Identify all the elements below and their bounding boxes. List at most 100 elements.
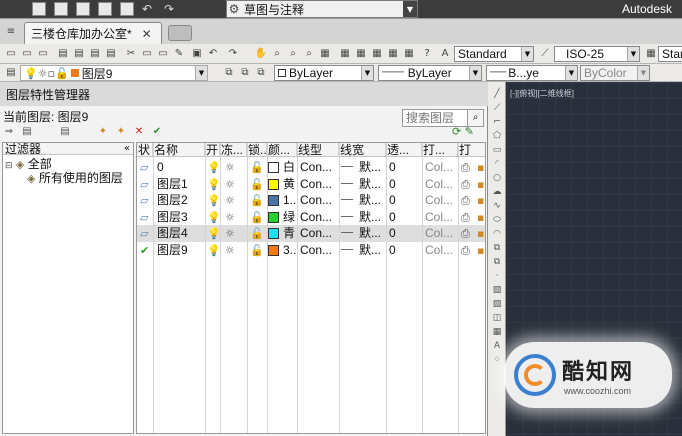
plot-icon[interactable] <box>120 2 134 16</box>
lineweight-value[interactable]: 默... <box>359 242 385 259</box>
sun-icon[interactable]: ☼ <box>225 209 239 226</box>
open-file-icon[interactable]: ▭ <box>20 47 34 61</box>
3d-dwf-icon[interactable]: ▤ <box>104 47 118 61</box>
vp-freeze-icon[interactable]: ▪ <box>477 192 485 209</box>
transparency-value[interactable]: 0 <box>389 209 419 226</box>
linetype-value[interactable]: Con... <box>300 225 338 242</box>
redo-icon[interactable]: ↷ <box>226 47 240 61</box>
vp-freeze-icon[interactable]: ▪ <box>477 159 485 176</box>
printer-icon[interactable]: ⎙ <box>461 225 475 242</box>
paste-icon[interactable]: ▭ <box>156 47 170 61</box>
unlock-icon[interactable]: 🔓 <box>250 159 264 176</box>
spline-icon[interactable]: ∿ <box>490 200 504 212</box>
refresh-icon[interactable]: ⟳ ✎ <box>452 125 474 138</box>
zoom-realtime-icon[interactable]: ⌕ <box>270 47 284 61</box>
sheet-set-icon[interactable]: ▦ <box>370 47 384 61</box>
rectangle-icon[interactable]: ▭ <box>490 144 504 156</box>
layer-select[interactable]: 💡 ☼ ▫ 🔓 图层9 ▼ <box>20 65 208 81</box>
lineweight-value[interactable]: 默... <box>359 225 385 242</box>
col-lock[interactable]: 锁... <box>247 143 267 156</box>
workspace-selector[interactable]: ⚙ 草图与注释 ▼ <box>226 0 418 18</box>
linetype-select[interactable]: ──── ByLayer ▼ <box>378 65 482 81</box>
new-file-icon[interactable] <box>32 2 46 16</box>
table-row[interactable]: ▱ 图层2💡 ☼ 🔓 1...Con...── 默...0 Col... ⎙▪ <box>137 192 485 209</box>
printer-icon[interactable]: ⎙ <box>461 159 475 176</box>
layer-name[interactable]: 图层1 <box>157 176 205 193</box>
chevron-down-icon[interactable]: ▼ <box>469 66 481 80</box>
zoom-window-icon[interactable]: ⌕ <box>286 47 300 61</box>
col-lineweight[interactable]: 线宽 <box>339 143 386 156</box>
quickcalc-icon[interactable]: ▦ <box>402 47 416 61</box>
plot-icon[interactable]: ▤ <box>56 47 70 61</box>
col-plot[interactable]: 打 <box>458 143 485 156</box>
help-icon[interactable]: ? <box>420 47 434 61</box>
chevron-down-icon[interactable]: ▼ <box>627 47 639 61</box>
table-style-select[interactable]: Stand <box>658 46 682 62</box>
sun-icon[interactable]: ☼ <box>225 192 239 209</box>
sun-icon[interactable]: ☼ <box>225 176 239 193</box>
region-icon[interactable]: ◫ <box>490 312 504 324</box>
viewport-controls[interactable]: [-][俯视][二维线框] <box>510 88 574 99</box>
save-icon[interactable] <box>76 2 90 16</box>
vp-freeze-icon[interactable]: ▪ <box>477 225 485 242</box>
design-center-icon[interactable]: ▦ <box>338 47 352 61</box>
layer-name[interactable]: 图层2 <box>157 192 205 209</box>
add-selected-icon[interactable]: ⁘ <box>490 354 504 366</box>
construction-line-icon[interactable]: ⟋ <box>490 102 504 114</box>
col-on[interactable]: 开 <box>205 143 220 156</box>
gradient-icon[interactable]: ▨ <box>490 298 504 310</box>
color-swatch[interactable] <box>268 162 279 173</box>
vp-freeze-icon[interactable]: ▪ <box>477 242 485 259</box>
ellipse-arc-icon[interactable]: ◠ <box>490 228 504 240</box>
layer-name[interactable]: 0 <box>157 159 205 176</box>
lineweight-value[interactable]: 默... <box>359 159 385 176</box>
col-name[interactable]: 名称 <box>153 143 205 156</box>
cut-icon[interactable]: ✂ <box>124 47 138 61</box>
bulb-icon[interactable]: 💡 <box>207 225 219 242</box>
sun-icon[interactable]: ☼ <box>225 225 239 242</box>
chevron-down-icon[interactable]: ▼ <box>565 66 577 80</box>
redo-icon[interactable]: ↷ <box>164 2 178 16</box>
make-current-icon[interactable]: ⧉ <box>222 66 236 80</box>
unlock-icon[interactable]: 🔓 <box>250 225 264 242</box>
bulb-icon[interactable]: 💡 <box>207 242 219 259</box>
publish-icon[interactable]: ▤ <box>88 47 102 61</box>
properties-icon[interactable]: ▦ <box>318 47 332 61</box>
layer-state-icon[interactable]: ⧉ <box>254 66 268 80</box>
linetype-value[interactable]: Con... <box>300 242 338 259</box>
unlock-icon[interactable]: 🔓 <box>250 242 264 259</box>
transparency-value[interactable]: 0 <box>389 242 419 259</box>
polyline-icon[interactable]: ⌐ <box>490 116 504 128</box>
color-swatch[interactable] <box>268 178 279 190</box>
ellipse-icon[interactable]: ⬭ <box>490 214 504 226</box>
undo-icon[interactable]: ↶ <box>142 2 156 16</box>
linetype-value[interactable]: Con... <box>300 176 338 193</box>
dim-style-select[interactable]: ISO-25 ▼ <box>554 46 640 62</box>
printer-icon[interactable]: ⎙ <box>461 242 475 259</box>
new-tab-button[interactable] <box>168 25 192 41</box>
unlock-icon[interactable]: 🔓 <box>250 176 264 193</box>
delete-layer-icon[interactable]: ✕ <box>132 125 146 139</box>
make-block-icon[interactable]: ⧉ <box>490 256 504 268</box>
printer-icon[interactable]: ⎙ <box>461 192 475 209</box>
close-icon[interactable]: ✕ <box>142 27 152 41</box>
chevron-down-icon[interactable]: ▼ <box>403 1 417 17</box>
linetype-value[interactable]: Con... <box>300 209 338 226</box>
linetype-value[interactable]: Con... <box>300 159 338 176</box>
table-row[interactable]: ▱ 图层3💡 ☼ 🔓 绿 Con...── 默...0 Col... ⎙▪ <box>137 209 485 226</box>
col-color[interactable]: 颜... <box>267 143 297 156</box>
transparency-value[interactable]: 0 <box>389 192 419 209</box>
table-row[interactable]: ▱ 图层4💡 ☼ 🔓 青 Con...── 默...0 Col... ⎙▪ <box>137 225 485 243</box>
new-group-filter-icon[interactable]: ▤ <box>20 125 34 139</box>
bulb-icon[interactable]: 💡 <box>207 209 219 226</box>
line-icon[interactable]: ╱ <box>490 88 504 100</box>
unlock-icon[interactable]: 🔓 <box>250 192 264 209</box>
revision-cloud-icon[interactable]: ☁ <box>490 186 504 198</box>
circle-icon[interactable]: ○ <box>490 172 504 184</box>
table-row[interactable]: ▱ 图层1💡 ☼ 🔓 黄 Con...── 默...0 Col... ⎙▪ <box>137 176 485 193</box>
col-transparency[interactable]: 透... <box>386 143 422 156</box>
chevron-down-icon[interactable]: ▼ <box>361 66 373 80</box>
sun-icon[interactable]: ☼ <box>225 159 239 176</box>
open-file-icon[interactable] <box>54 2 68 16</box>
chevron-down-icon[interactable]: ▼ <box>637 66 649 80</box>
